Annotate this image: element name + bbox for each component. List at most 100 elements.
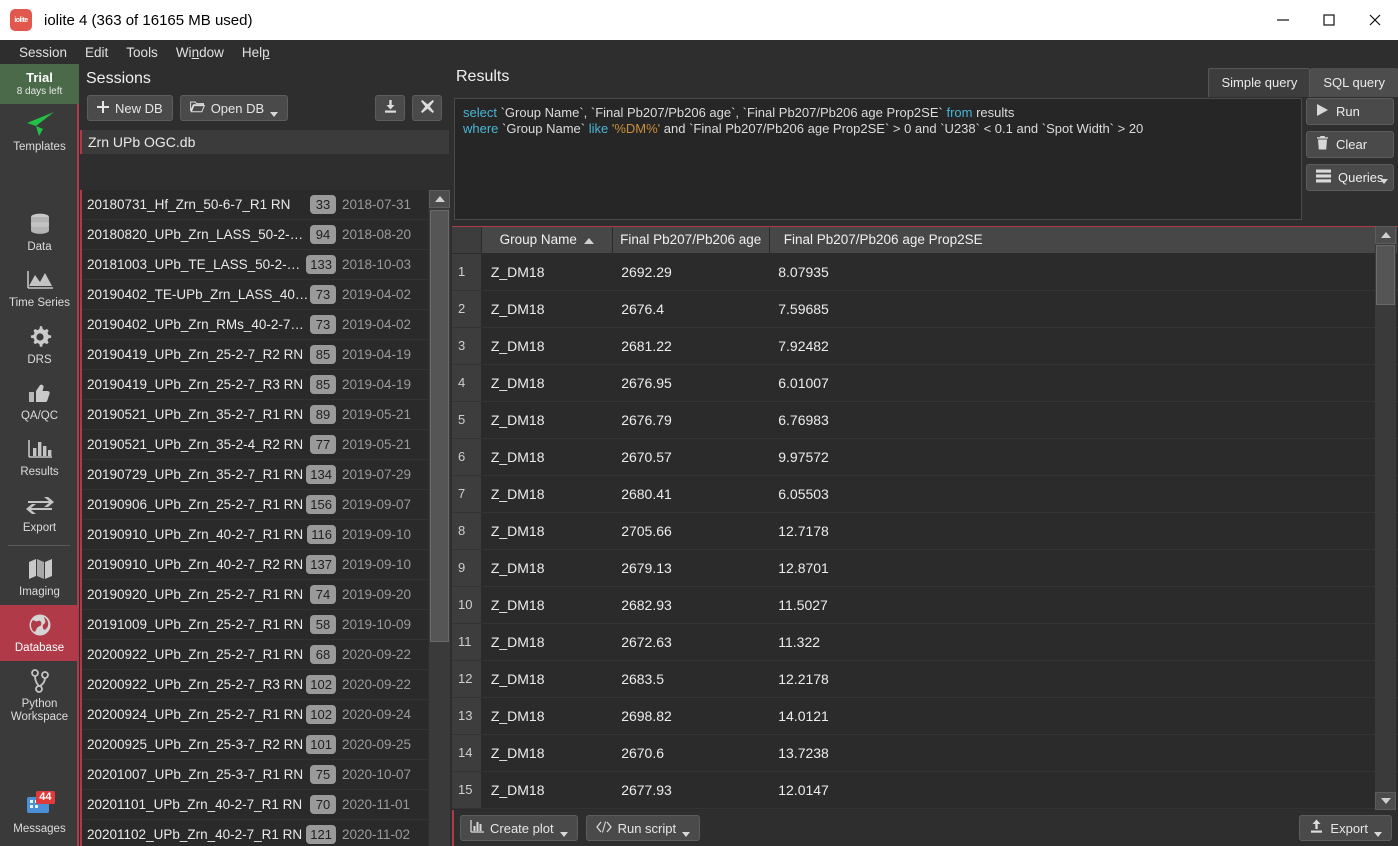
sidebar-item-python-workspace[interactable]: Python Workspace <box>0 661 79 730</box>
session-count-badge: 94 <box>310 225 336 244</box>
table-row[interactable]: 2 Z_DM18 2676.4 7.59685 <box>452 290 1398 328</box>
run-query-button[interactable]: Run <box>1306 98 1394 125</box>
table-row[interactable]: 14 Z_DM18 2670.6 13.7238 <box>452 734 1398 772</box>
saved-queries-button[interactable]: Queries <box>1306 164 1394 191</box>
table-row[interactable]: 3 Z_DM18 2681.22 7.92482 <box>452 327 1398 365</box>
scroll-down-arrow[interactable] <box>1375 792 1396 810</box>
close-icon[interactable] <box>1352 0 1398 40</box>
clear-query-button[interactable]: Clear <box>1306 131 1394 158</box>
table-row[interactable]: 13 Z_DM18 2698.82 14.0121 <box>452 697 1398 735</box>
results-panel-title: Results <box>456 68 510 85</box>
tab-sql-query[interactable]: SQL query <box>1310 68 1398 97</box>
session-list-item[interactable]: 20200924_UPb_Zrn_25-2-7_R1 RN 102 2020-09-… <box>82 700 428 730</box>
results-table: Group Name Final Pb207/Pb206 age Final P… <box>452 227 1398 809</box>
menu-session[interactable]: Session <box>10 43 76 62</box>
map-fold-icon <box>27 554 53 584</box>
sidebar-item-time-series[interactable]: Time Series <box>0 260 79 316</box>
menu-window[interactable]: Window <box>167 43 233 62</box>
session-list-item[interactable]: 20190419_UPb_Zrn_25-2-7_R2 RN 85 2019-04-1… <box>82 340 428 370</box>
session-list-item[interactable]: 20190920_UPb_Zrn_25-2-7_R1 RN 74 2019-09-2… <box>82 580 428 610</box>
session-list-item[interactable]: 20180820_UPb_Zrn_LASS_50-2-7_R… 94 2018-08… <box>82 220 428 250</box>
scroll-thumb[interactable] <box>1376 245 1395 305</box>
sidebar-item-templates[interactable]: Templates <box>0 104 79 160</box>
session-list-item[interactable]: 20190521_UPb_Zrn_35-2-4_R2 RN 77 2019-05-2… <box>82 430 428 460</box>
cell-final-age-prop2se: 11.5027 <box>769 586 1398 624</box>
scroll-track[interactable] <box>429 208 450 846</box>
tab-simple-query[interactable]: Simple query <box>1208 68 1311 97</box>
cell-final-age: 2670.6 <box>612 734 770 772</box>
menu-help[interactable]: Help <box>233 43 279 62</box>
chevron-down-icon[interactable] <box>559 832 568 837</box>
run-script-button[interactable]: Run script <box>585 815 701 841</box>
open-db-button[interactable]: Open DB <box>179 95 289 121</box>
sql-keyword-select: select <box>463 105 497 120</box>
sql-query-input[interactable]: select `Group Name`, `Final Pb207/Pb206 … <box>454 98 1302 220</box>
row-number: 15 <box>452 771 482 809</box>
scroll-thumb[interactable] <box>430 210 449 642</box>
session-name: 20201102_UPb_Zrn_40-2-7_R1 RN <box>87 827 303 842</box>
column-header-final-age-prop2se[interactable]: Final Pb207/Pb206 age Prop2SE <box>769 227 1398 254</box>
session-list-item[interactable]: 20190910_UPb_Zrn_40-2-7_R1 RN 116 2019-09-… <box>82 520 428 550</box>
results-table-container[interactable]: Group Name Final Pb207/Pb206 age Final P… <box>452 226 1398 810</box>
session-list-item[interactable]: 20190402_UPb_Zrn_RMs_40-2-7_R1… 73 2019-04… <box>82 310 428 340</box>
chevron-down-icon[interactable] <box>1380 179 1388 184</box>
table-corner-cell[interactable] <box>452 227 482 254</box>
table-row[interactable]: 7 Z_DM18 2680.41 6.05503 <box>452 475 1398 513</box>
create-plot-button[interactable]: Create plot <box>460 815 578 841</box>
export-results-button[interactable]: Export <box>1299 815 1392 841</box>
session-list-item[interactable]: 20200925_UPb_Zrn_25-3-7_R2 RN 101 2020-09-… <box>82 730 428 760</box>
table-row[interactable]: 9 Z_DM18 2679.13 12.8701 <box>452 549 1398 587</box>
menu-edit[interactable]: Edit <box>76 43 117 62</box>
session-list-item[interactable]: 20191009_UPb_Zrn_25-2-7_R1 RN 58 2019-10-0… <box>82 610 428 640</box>
session-list-item[interactable]: 20190419_UPb_Zrn_25-2-7_R3 RN 85 2019-04-1… <box>82 370 428 400</box>
session-list-item[interactable]: 20190521_UPb_Zrn_35-2-7_R1 RN 89 2019-05-2… <box>82 400 428 430</box>
session-list-item[interactable]: 20181003_UPb_TE_LASS_50-2-7_T… 133 2018-10… <box>82 250 428 280</box>
scroll-track[interactable] <box>1375 244 1396 792</box>
table-row[interactable]: 6 Z_DM18 2670.57 9.97572 <box>452 438 1398 476</box>
sidebar-item-drs[interactable]: DRS <box>0 317 79 373</box>
table-row[interactable]: 1 Z_DM18 2692.29 8.07935 <box>452 253 1398 291</box>
minimize-icon[interactable] <box>1260 0 1306 40</box>
database-name-header[interactable]: Zrn UPb OGC.db <box>80 130 449 154</box>
table-row[interactable]: 4 Z_DM18 2676.95 6.01007 <box>452 364 1398 402</box>
scroll-up-arrow[interactable] <box>429 190 450 208</box>
import-db-button[interactable] <box>375 95 405 121</box>
sidebar-item-messages[interactable]: 44 Messages <box>0 786 79 842</box>
session-list-item[interactable]: 20200922_UPb_Zrn_25-2-7_R3 RN 102 2020-09-… <box>82 670 428 700</box>
session-list-item[interactable]: 20180731_Hf_Zrn_50-6-7_R1 RN 33 2018-07-31 <box>82 190 428 220</box>
sidebar-item-database[interactable]: Database <box>0 604 79 661</box>
sidebar-item-data[interactable]: Data <box>0 204 79 260</box>
sidebar-item-results[interactable]: Results <box>0 429 79 485</box>
cell-group-name: Z_DM18 <box>481 512 613 550</box>
session-list-item[interactable]: 20201007_UPb_Zrn_25-3-7_R1 RN 75 2020-10-0… <box>82 760 428 790</box>
table-row[interactable]: 11 Z_DM18 2672.63 11.322 <box>452 623 1398 661</box>
new-db-button[interactable]: New DB <box>87 95 173 121</box>
maximize-icon[interactable] <box>1306 0 1352 40</box>
sidebar-item-imaging[interactable]: Imaging <box>0 549 79 605</box>
column-header-group-name[interactable]: Group Name <box>481 227 613 254</box>
chevron-down-icon[interactable] <box>1374 832 1382 837</box>
scroll-up-arrow[interactable] <box>1375 226 1396 244</box>
chevron-down-icon[interactable] <box>270 112 279 117</box>
session-list-item[interactable]: 20190729_UPb_Zrn_35-2-7_R1 RN 134 2019-07-… <box>82 460 428 490</box>
session-list-item[interactable]: 20190402_TE-UPb_Zrn_LASS_40-2-… 73 2019-04… <box>82 280 428 310</box>
table-row[interactable]: 12 Z_DM18 2683.5 12.2178 <box>452 660 1398 698</box>
sessions-list[interactable]: 20180731_Hf_Zrn_50-6-7_R1 RN 33 2018-07-31… <box>80 190 428 846</box>
close-db-button[interactable] <box>412 95 442 121</box>
sidebar-item-export[interactable]: Export <box>0 485 79 541</box>
column-header-final-age[interactable]: Final Pb207/Pb206 age <box>612 227 770 254</box>
sidebar-item-qaqc[interactable]: QA/QC <box>0 373 79 429</box>
menu-tools[interactable]: Tools <box>117 43 167 62</box>
session-list-item[interactable]: 20201101_UPb_Zrn_40-2-7_R1 RN 70 2020-11-0… <box>82 790 428 820</box>
results-scrollbar[interactable] <box>1375 226 1396 810</box>
session-list-item[interactable]: 20200922_UPb_Zrn_25-2-7_R1 RN 68 2020-09-2… <box>82 640 428 670</box>
table-row[interactable]: 10 Z_DM18 2682.93 11.5027 <box>452 586 1398 624</box>
chevron-down-icon[interactable] <box>682 832 691 837</box>
session-list-item[interactable]: 20201102_UPb_Zrn_40-2-7_R1 RN 121 2020-11-… <box>82 820 428 846</box>
session-list-item[interactable]: 20190910_UPb_Zrn_40-2-7_R2 RN 137 2019-09-… <box>82 550 428 580</box>
sessions-scrollbar[interactable] <box>429 190 450 846</box>
table-row[interactable]: 8 Z_DM18 2705.66 12.7178 <box>452 512 1398 550</box>
table-row[interactable]: 15 Z_DM18 2677.93 12.0147 <box>452 771 1398 809</box>
table-row[interactable]: 5 Z_DM18 2676.79 6.76983 <box>452 401 1398 439</box>
session-list-item[interactable]: 20190906_UPb_Zrn_25-2-7_R1 RN 156 2019-09-… <box>82 490 428 520</box>
